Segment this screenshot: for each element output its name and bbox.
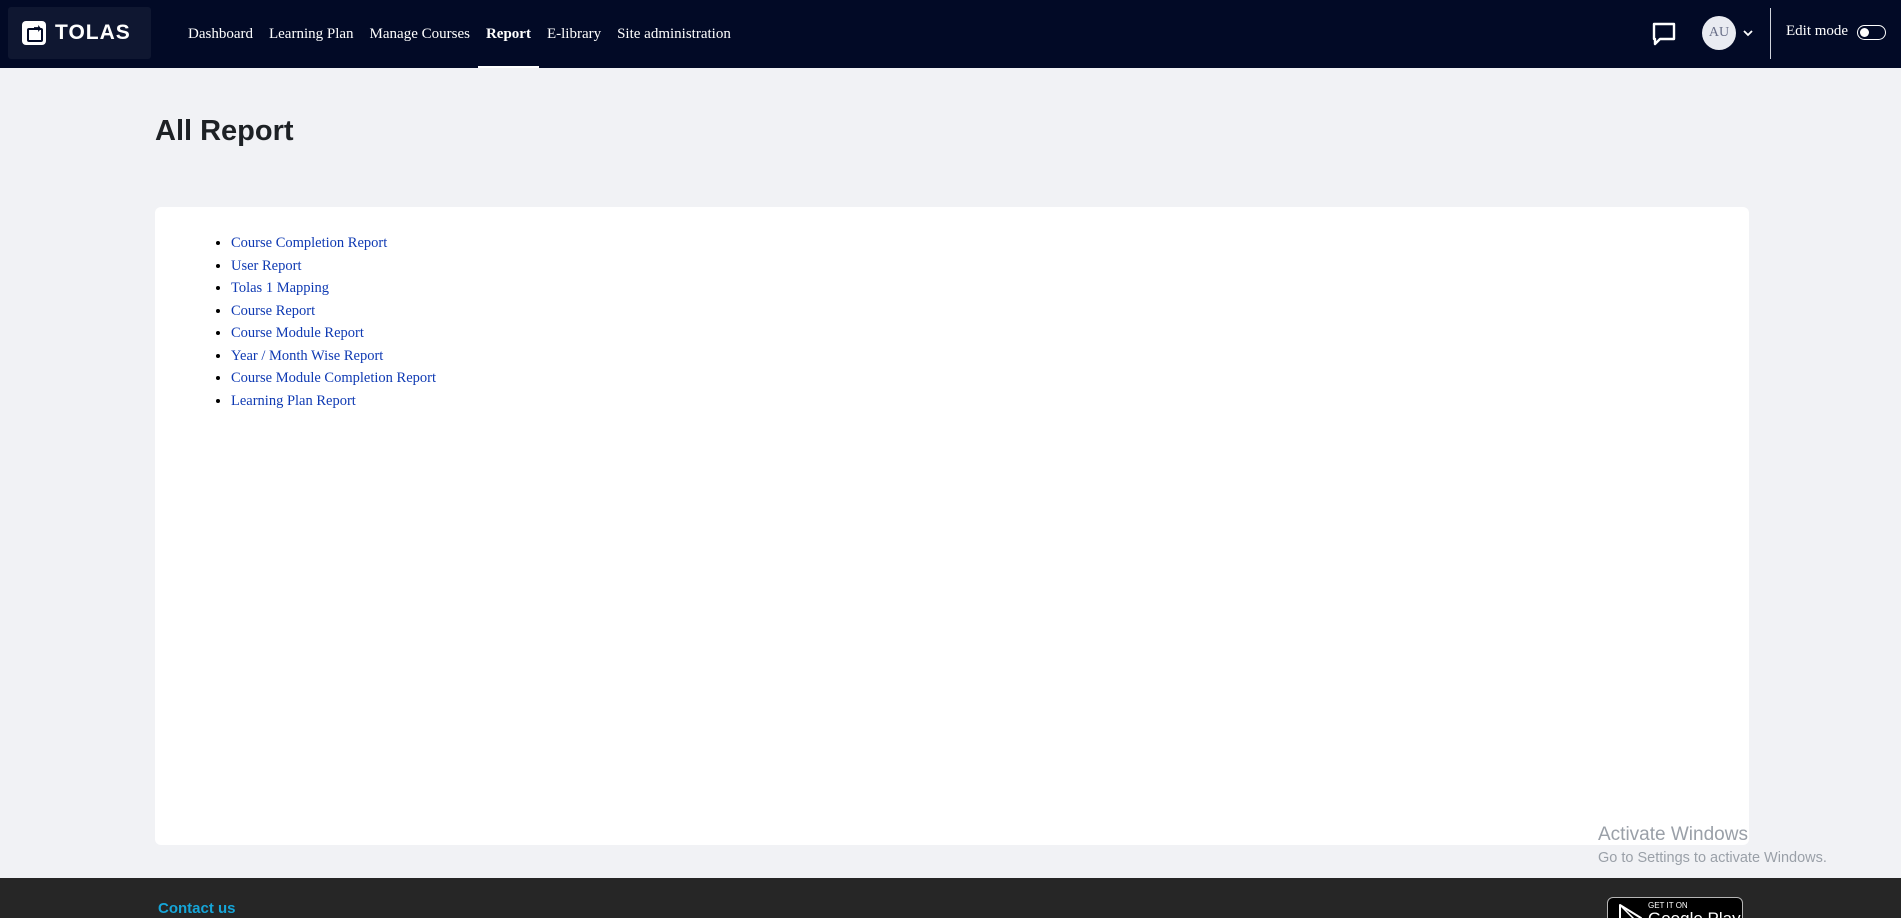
report-link-course-module[interactable]: Course Module Report: [231, 325, 364, 341]
list-item: Learning Plan Report: [231, 390, 436, 413]
edit-mode-label: Edit mode: [1786, 23, 1849, 39]
brand-name: TOLAS: [55, 21, 131, 44]
nav-learning-plan[interactable]: Learning Plan: [261, 0, 362, 68]
report-link-year-month-wise[interactable]: Year / Month Wise Report: [231, 348, 383, 364]
navbar-divider: [1770, 8, 1771, 59]
logo-icon: [22, 21, 46, 45]
watermark-subtitle: Go to Settings to activate Windows.: [1598, 850, 1827, 866]
nav-site-administration[interactable]: Site administration: [609, 0, 739, 68]
nav-e-library[interactable]: E-library: [539, 0, 609, 68]
list-item: Tolas 1 Mapping: [231, 277, 436, 300]
edit-mode-toggle[interactable]: [1857, 25, 1886, 40]
play-store-icon: [1619, 904, 1642, 918]
list-item: Course Completion Report: [231, 232, 436, 255]
report-list: Course Completion Report User Report Tol…: [217, 232, 436, 412]
toggle-knob: [1860, 28, 1869, 37]
chat-bubble-icon: [1652, 22, 1676, 46]
nav-manage-courses[interactable]: Manage Courses: [362, 0, 478, 68]
messages-button[interactable]: [1650, 20, 1678, 48]
nav-dashboard[interactable]: Dashboard: [180, 0, 261, 68]
chevron-down-icon[interactable]: [1742, 27, 1754, 39]
watermark-title: Activate Windows: [1598, 824, 1748, 845]
brand-logo[interactable]: TOLAS: [8, 7, 151, 59]
report-link-learning-plan[interactable]: Learning Plan Report: [231, 393, 356, 409]
list-item: User Report: [231, 255, 436, 278]
primary-navigation: Dashboard Learning Plan Manage Courses R…: [180, 0, 739, 68]
report-link-course-completion[interactable]: Course Completion Report: [231, 235, 387, 251]
badge-store-name: Google Play: [1648, 909, 1741, 918]
report-link-user[interactable]: User Report: [231, 258, 301, 274]
nav-report[interactable]: Report: [477, 0, 539, 68]
contact-us-link[interactable]: Contact us: [158, 900, 236, 917]
activate-windows-watermark: Activate Windows Go to Settings to activ…: [1598, 824, 1827, 868]
report-link-course-module-completion[interactable]: Course Module Completion Report: [231, 370, 436, 386]
report-link-course[interactable]: Course Report: [231, 303, 315, 319]
list-item: Course Report: [231, 300, 436, 323]
page-footer: Contact us GET IT ON Google Play: [0, 878, 1901, 918]
user-avatar[interactable]: AU: [1702, 16, 1736, 50]
list-item: Course Module Report: [231, 322, 436, 345]
list-item: Course Module Completion Report: [231, 367, 436, 390]
page-title: All Report: [155, 115, 294, 147]
report-link-tolas-1-mapping[interactable]: Tolas 1 Mapping: [231, 280, 329, 296]
google-play-badge[interactable]: GET IT ON Google Play: [1607, 897, 1743, 918]
report-list-card: Course Completion Report User Report Tol…: [155, 207, 1749, 845]
top-navbar: TOLAS Dashboard Learning Plan Manage Cou…: [0, 0, 1901, 68]
list-item: Year / Month Wise Report: [231, 345, 436, 368]
